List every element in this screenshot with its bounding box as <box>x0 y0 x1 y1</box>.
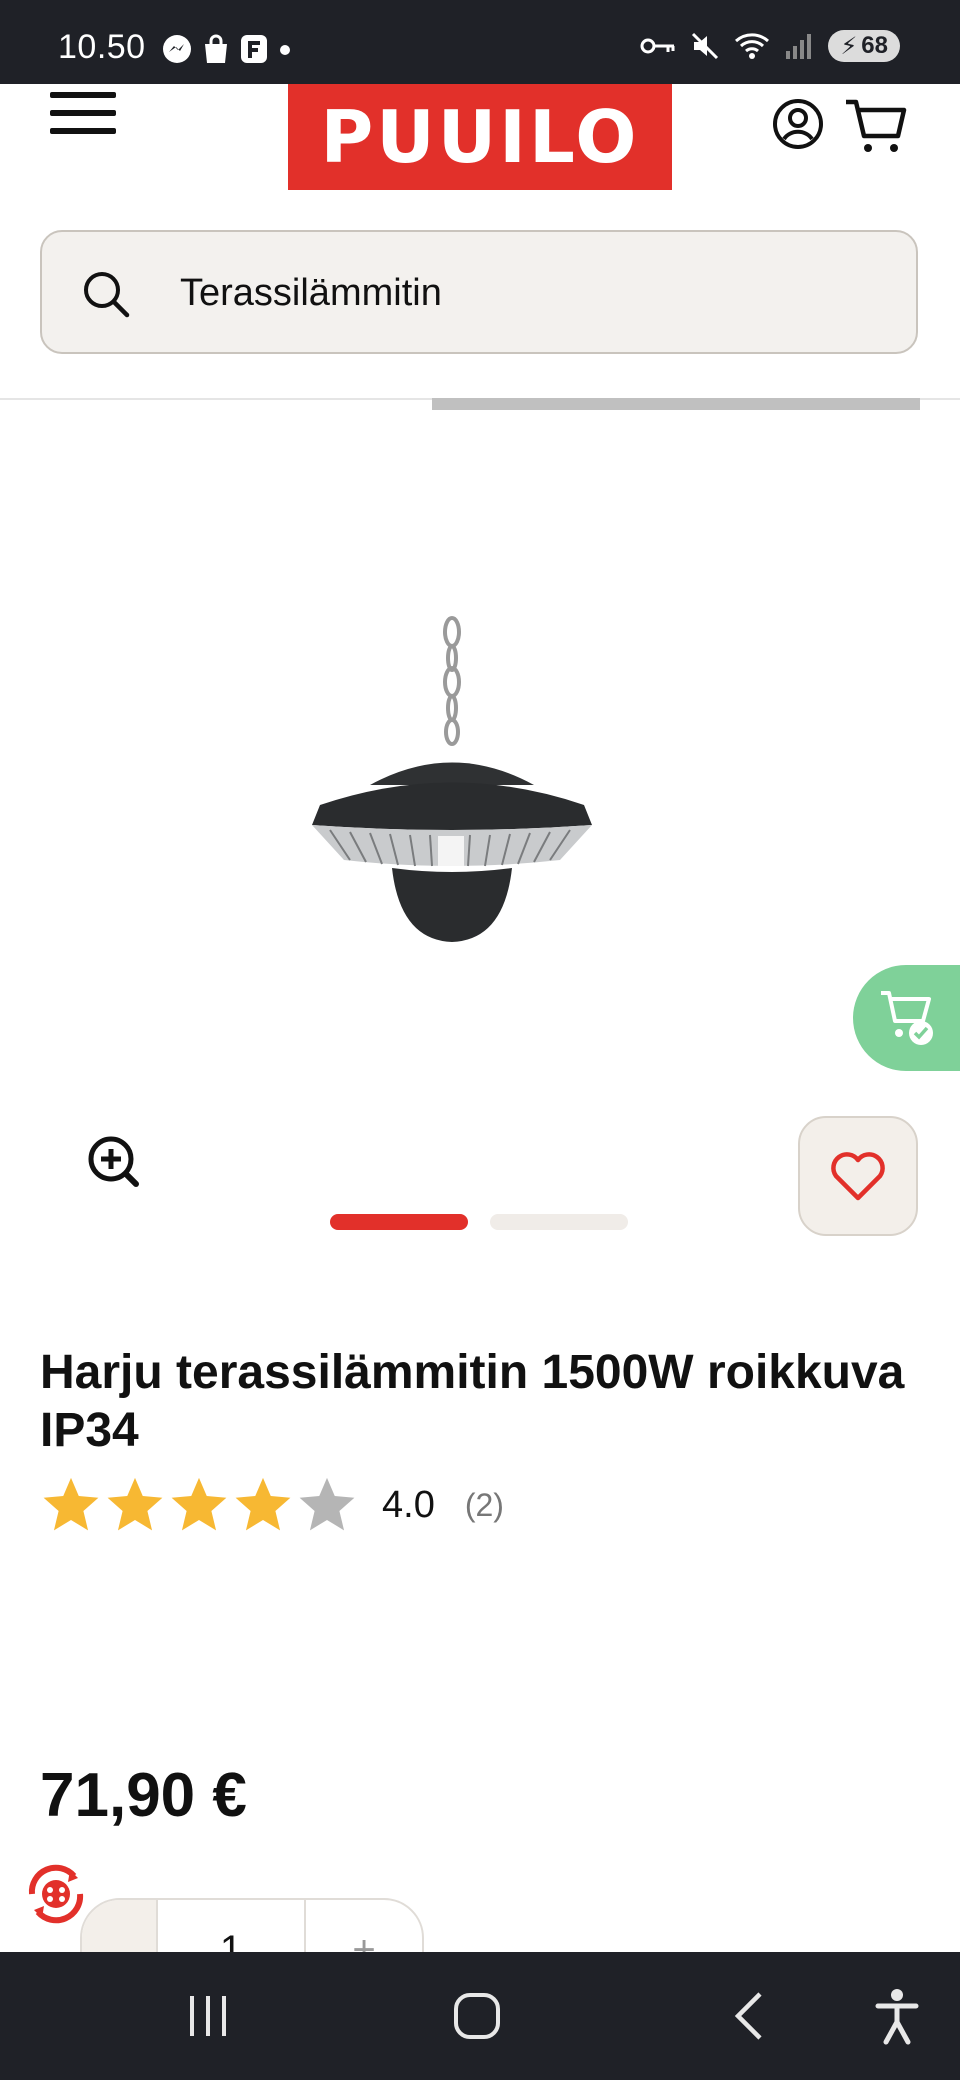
home-icon[interactable] <box>452 1986 502 2046</box>
heart-icon <box>831 1152 885 1201</box>
carousel-dot[interactable] <box>490 1214 628 1230</box>
wishlist-button[interactable] <box>798 1116 918 1236</box>
rating-value: 4.0 <box>382 1483 435 1526</box>
mute-icon <box>692 32 719 60</box>
star-icon <box>107 1477 163 1531</box>
system-navigation-bar <box>0 1952 960 2080</box>
support-chat-icon[interactable] <box>18 1856 94 1932</box>
recent-apps-icon[interactable] <box>186 1986 230 2046</box>
system-icons: ⚡ 68 <box>640 30 900 62</box>
dot-icon <box>280 45 290 55</box>
star-icon <box>235 1477 291 1531</box>
carousel-indicator <box>330 1214 628 1230</box>
added-to-cart-button[interactable] <box>853 965 960 1071</box>
logo-text: PUUILO <box>320 95 640 179</box>
f-app-icon <box>241 35 267 63</box>
battery-indicator: ⚡ 68 <box>828 30 900 62</box>
star-icon <box>171 1477 227 1531</box>
key-icon <box>640 38 675 54</box>
status-bar: 10.50 ⚡ 68 <box>0 0 960 84</box>
search-bar[interactable] <box>40 230 918 354</box>
search-icon[interactable] <box>80 268 132 320</box>
battery-level: 68 <box>861 32 888 59</box>
menu-icon[interactable] <box>50 92 116 140</box>
cart-check-icon <box>881 991 933 1045</box>
logo[interactable]: PUUILO <box>288 84 672 190</box>
product-price: 71,90 € <box>40 1761 247 1830</box>
accessibility-icon[interactable] <box>874 1986 920 2046</box>
cart-icon[interactable] <box>844 96 908 156</box>
rating-stars <box>40 1474 358 1536</box>
product-image[interactable] <box>220 610 680 990</box>
notification-icons <box>162 34 292 64</box>
signal-icon <box>786 34 812 59</box>
scroll-indicator <box>432 398 920 410</box>
rating-count[interactable]: (2) <box>465 1487 504 1524</box>
account-icon[interactable] <box>772 98 824 150</box>
product-rating[interactable]: 4.0 (2) <box>40 1472 504 1538</box>
back-icon[interactable] <box>728 1986 768 2046</box>
status-time: 10.50 <box>58 28 146 66</box>
wifi-icon <box>735 33 770 59</box>
carousel-dot[interactable] <box>330 1214 468 1230</box>
product-title: Harju terassilämmitin 1500W roikkuva IP3… <box>40 1346 905 1457</box>
search-input[interactable] <box>178 262 882 324</box>
charging-icon: ⚡ <box>840 32 858 60</box>
messenger-icon <box>163 35 191 63</box>
star-empty-icon <box>299 1477 355 1531</box>
star-icon <box>43 1477 99 1531</box>
shopping-bag-icon <box>205 34 227 63</box>
zoom-icon[interactable] <box>86 1134 140 1188</box>
site-header: PUUILO <box>0 84 960 194</box>
